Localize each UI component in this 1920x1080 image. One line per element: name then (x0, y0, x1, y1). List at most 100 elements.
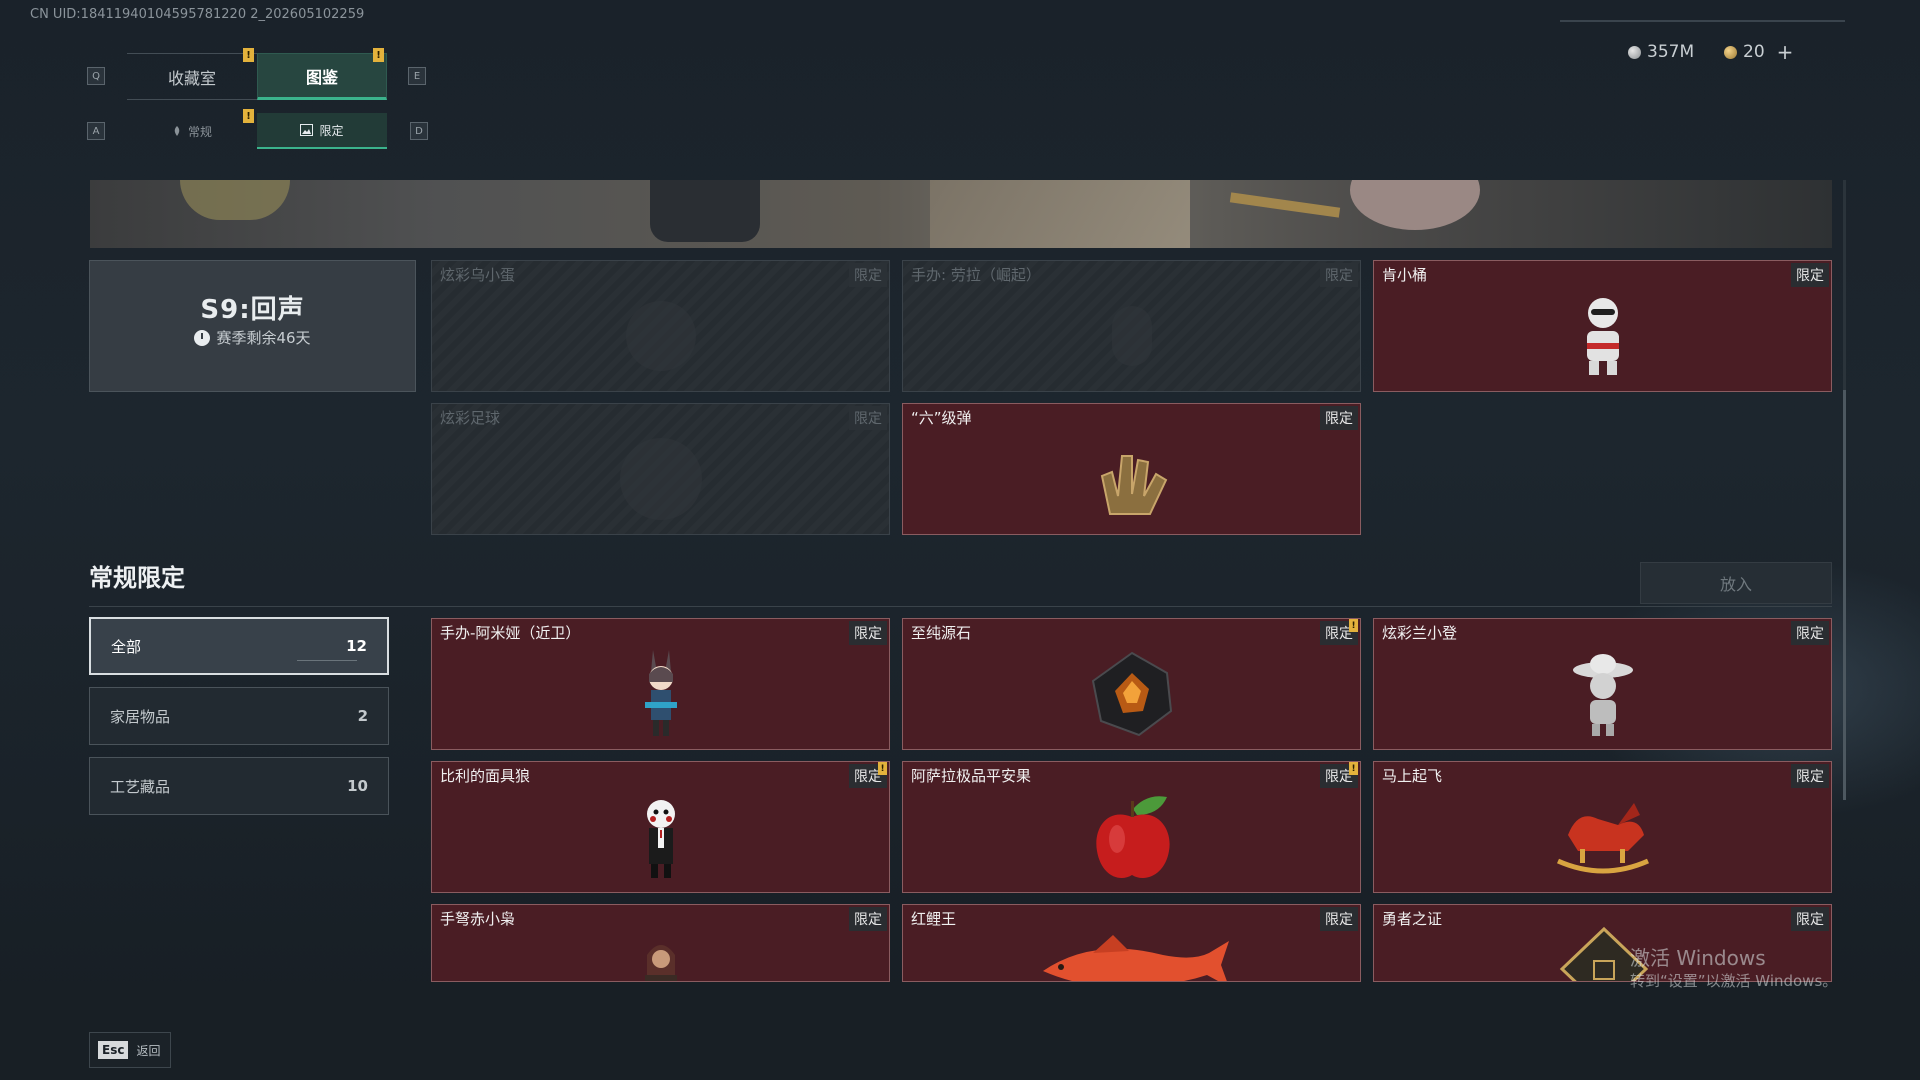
section-divider (89, 606, 1832, 607)
collection-item-card[interactable]: 手弩赤小枭 限定 (431, 904, 890, 982)
section-title: 常规限定 (89, 564, 185, 592)
subtab-limited-label: 限定 (319, 123, 344, 138)
regular-notif-badge: ! (243, 109, 254, 123)
season-item-card[interactable]: “六”级弹 限定 (902, 403, 1361, 535)
item-name: 红鲤王 (911, 910, 957, 928)
tab-codex-label: 图鉴 (305, 67, 338, 87)
filter-count: 2 (357, 707, 368, 725)
bottom-bar (0, 982, 1920, 1080)
subtab-regular[interactable]: 常规 (127, 113, 257, 149)
item-name: 炫彩乌小蛋 (440, 266, 516, 284)
collection-item-card[interactable]: 红鲤王 限定 (902, 904, 1361, 982)
season-remaining: 赛季剩余46天 (90, 327, 415, 348)
collection-item-card[interactable]: 比利的面具狼 限定 ! (431, 761, 890, 893)
sombrero-figure-icon (1572, 654, 1633, 737)
season-item-card[interactable]: 炫彩足球 限定 (431, 403, 890, 535)
filter-crafts[interactable]: 工艺藏品 10 (89, 757, 389, 815)
tab-codex[interactable]: 图鉴 (257, 53, 387, 100)
scrollbar-thumb[interactable] (1843, 390, 1846, 800)
limited-tag: 限定 (1791, 263, 1829, 287)
red-carp-icon (1043, 935, 1229, 981)
item-name: 比利的面具狼 (440, 767, 531, 785)
limited-tag: 限定 (849, 621, 887, 645)
filter-label: 全部 (111, 637, 142, 656)
filter-all[interactable]: 全部 12 (89, 617, 389, 675)
item-name: 马上起飞 (1382, 767, 1443, 785)
limited-tag: 限定 (849, 907, 887, 931)
key-q-hint: Q (87, 67, 105, 85)
filter-count: 10 (347, 777, 368, 795)
crossbow-figure-icon (645, 945, 677, 981)
season-item-card[interactable]: 炫彩乌小蛋 限定 (431, 260, 890, 392)
activation-watermark-text: 转到“设置”以激活 Windows。 (1630, 972, 1838, 990)
image-icon (300, 124, 314, 136)
rocking-horse-icon (1556, 803, 1649, 874)
limited-tag: 限定 (1320, 907, 1358, 931)
collection-item-card[interactable]: 马上起飞 限定 (1373, 761, 1832, 893)
uid-label: CN UID:18411940104595781220 2_2026051022… (30, 7, 365, 22)
gold-currency: 20 + (1724, 40, 1793, 64)
season-name: S9:回声 (200, 295, 305, 325)
tab-collection-room[interactable]: 收藏室 (127, 53, 257, 100)
limited-tag: 限定 (849, 263, 887, 287)
season-panel: S9:回声 赛季剩余46天 (89, 260, 416, 392)
season-item-card[interactable]: 手办: 劳拉（崛起） 限定 (902, 260, 1361, 392)
amiya-figure-icon (644, 650, 677, 737)
key-a-hint: A (87, 122, 105, 140)
limited-tag: 限定 (1791, 764, 1829, 788)
item-name: 阿萨拉极品平安果 (911, 767, 1032, 785)
silver-coin-icon (1628, 45, 1641, 59)
collection-item-card[interactable]: 手办-阿米娅（近卫） 限定 (431, 618, 890, 750)
new-item-badge: ! (1349, 619, 1358, 632)
billy-puppet-icon (646, 800, 675, 879)
collection-item-card[interactable]: 炫彩兰小登 限定 (1373, 618, 1832, 750)
esc-key-hint: Esc (98, 1041, 129, 1059)
subtab-regular-label: 常规 (187, 124, 212, 139)
bullet-hand-icon (1100, 455, 1167, 516)
put-in-button[interactable]: 放入 (1640, 562, 1832, 604)
collection-item-card[interactable]: 阿萨拉极品平安果 限定 ! (902, 761, 1361, 893)
key-e-hint: E (408, 67, 426, 85)
collection-item-card[interactable]: 至纯源石 限定 ! (902, 618, 1361, 750)
new-item-badge: ! (878, 762, 887, 775)
limited-tag: 限定 (1320, 263, 1358, 287)
new-item-badge: ! (1349, 762, 1358, 775)
originium-icon (1091, 652, 1172, 737)
apple-icon (1095, 796, 1170, 879)
silver-amount: 357M (1647, 42, 1695, 62)
bucket-figure-icon (1586, 298, 1619, 376)
limited-tag: 限定 (1320, 406, 1358, 430)
codex-notif-badge: ! (373, 48, 384, 62)
season-remaining-text: 赛季剩余46天 (216, 329, 311, 347)
key-d-hint: D (410, 122, 428, 140)
item-name: 炫彩兰小登 (1382, 624, 1458, 642)
subtab-limited[interactable]: 限定 (257, 113, 387, 149)
scrollbar[interactable] (1843, 180, 1846, 800)
item-name: 炫彩足球 (440, 409, 501, 427)
back-label: 返回 (136, 1043, 161, 1058)
item-name: 手弩赤小枭 (440, 910, 516, 928)
item-name: 勇者之证 (1382, 910, 1443, 928)
filter-home-items[interactable]: 家居物品 2 (89, 687, 389, 745)
activation-watermark-title: 激活 Windows (1630, 946, 1766, 970)
football-silhouette-icon (619, 438, 702, 521)
item-name: 手办-阿米娅（近卫） (440, 624, 581, 642)
filter-label: 工艺藏品 (110, 777, 171, 796)
top-divider (1560, 20, 1845, 22)
add-currency-button[interactable]: + (1777, 40, 1794, 64)
item-name: 肯小桶 (1382, 266, 1428, 284)
item-name: 至纯源石 (911, 624, 972, 642)
item-name: “六”级弹 (911, 409, 972, 427)
season-item-card[interactable]: 肯小桶 限定 (1373, 260, 1832, 392)
clock-icon (194, 329, 211, 346)
silver-currency: 357M (1628, 40, 1694, 64)
collection-notif-badge: ! (243, 48, 254, 62)
regular-icon (174, 126, 180, 136)
tab-collection-room-label: 收藏室 (167, 68, 216, 88)
gold-coin-icon (1724, 45, 1737, 59)
limited-tag: 限定 (1791, 621, 1829, 645)
egg-silhouette-icon (625, 301, 696, 372)
item-name: 手办: 劳拉（崛起） (911, 266, 1041, 284)
back-button[interactable]: Esc 返回 (89, 1032, 171, 1068)
filter-label: 家居物品 (110, 707, 171, 726)
